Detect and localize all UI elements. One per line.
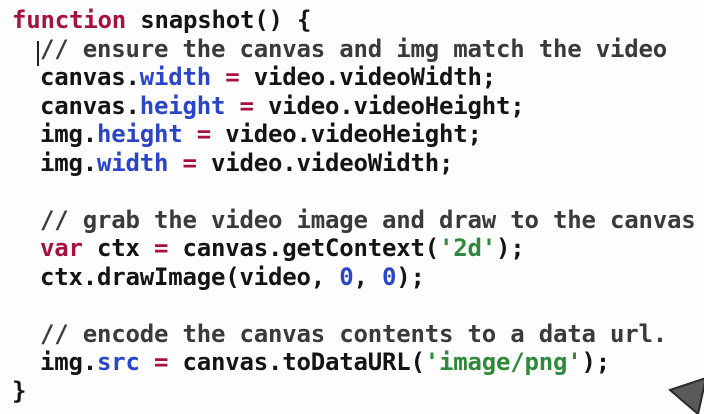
code-token: . [82,348,97,376]
code-token: . [82,148,97,177]
code-editor[interactable]: function snapshot() {// ensure the canva… [0,0,704,414]
code-line[interactable] [12,177,704,206]
code-token: = [225,63,240,91]
code-token: 0 [339,262,354,291]
code-line[interactable]: canvas.height = video.videoHeight; [12,92,704,121]
code-token: 0 [381,262,397,291]
code-line[interactable]: img.src = canvas.toDataURL('image/png'); [12,348,704,377]
code-line[interactable]: // encode the canvas contents to a data … [12,320,704,349]
code-token: // encode the canvas contents to a data … [40,319,667,348]
code-token: canvas.toDataURL( [168,348,425,376]
code-token: , [353,262,382,291]
code-token: var [40,234,83,262]
code-token: . [82,120,97,148]
code-token: ctx.drawImage(video, [40,262,340,291]
code-token: snapshot [140,6,255,34]
code-token: = [154,234,169,262]
code-token: function [12,6,126,34]
mouse-pointer-icon [668,377,704,414]
code-token: } [12,376,27,405]
code-line[interactable]: // grab the video image and draw to the … [12,206,704,235]
code-token: canvas.getContext( [168,234,439,262]
code-token: width [97,148,169,177]
code-line[interactable] [12,291,704,320]
code-token: // ensure the canvas and img match the v… [40,34,667,63]
code-line[interactable]: } [12,377,704,406]
code-token: img [40,120,83,148]
code-token: '2d' [439,234,496,262]
code-line[interactable]: // ensure the canvas and img match the v… [12,35,704,64]
code-line[interactable]: img.height = video.videoHeight; [12,120,704,149]
code-token: canvas [40,91,126,120]
code-token: video.videoWidth; [196,148,454,177]
code-token: canvas [40,63,126,91]
code-token: height [97,120,183,148]
code-token: video.videoWidth; [239,63,496,91]
code-token: // grab the video image and draw to the … [40,205,696,234]
code-token: img [40,148,83,177]
code-token: video.videoHeight; [253,91,525,120]
code-token: = [182,148,197,177]
code-line[interactable]: canvas.width = video.videoWidth; [12,63,704,92]
code-token: ); [581,348,611,376]
code-token: = [196,120,211,148]
code-token: src [97,348,140,376]
text-cursor [37,41,39,66]
code-line[interactable]: ctx.drawImage(video, 0, 0); [12,263,704,292]
code-token: video.videoHeight; [211,120,482,148]
code-token: = [154,348,169,376]
code-token: . [125,63,140,91]
code-token: ); [496,234,525,262]
code-line[interactable]: var ctx = canvas.getContext('2d'); [12,234,704,263]
code-token: width [139,63,211,91]
code-token: height [139,91,226,120]
code-line[interactable]: function snapshot() { [12,6,704,35]
code-token: . [125,91,140,120]
code-token: ); [396,262,425,291]
code-token: 'image/png' [424,348,582,376]
code-token: img [40,348,83,376]
code-line[interactable]: img.width = video.videoWidth; [12,149,704,178]
code-token: ctx [82,234,154,262]
code-token: = [239,91,254,120]
code-token: () { [254,6,312,34]
code-block[interactable]: function snapshot() {// ensure the canva… [12,6,704,405]
